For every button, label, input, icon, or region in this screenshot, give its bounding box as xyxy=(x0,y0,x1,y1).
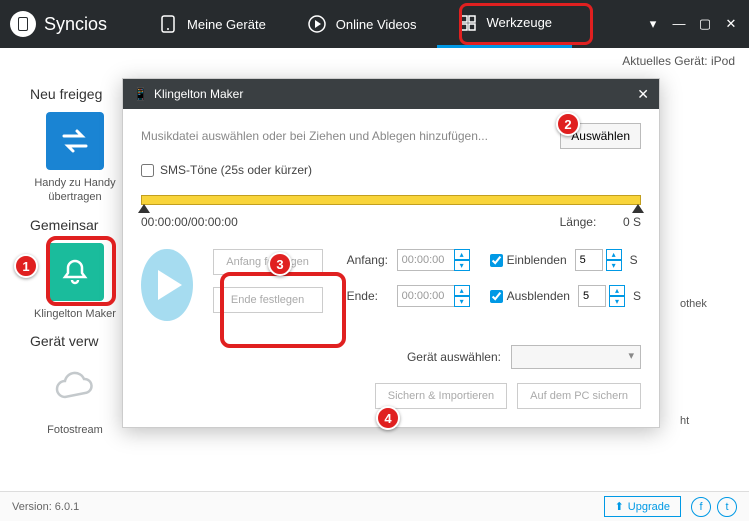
status-bar: Aktuelles Gerät: iPod xyxy=(0,48,749,74)
fadein-down[interactable]: ▾ xyxy=(606,260,622,271)
start-handle[interactable] xyxy=(138,204,150,213)
end-down[interactable]: ▾ xyxy=(454,296,470,307)
logo-icon xyxy=(10,11,36,37)
end-handle[interactable] xyxy=(632,204,644,213)
minimize-button[interactable]: — xyxy=(671,16,687,32)
start-down[interactable]: ▾ xyxy=(454,260,470,271)
device-select[interactable] xyxy=(511,345,641,369)
fadeout-label: Ausblenden xyxy=(507,289,570,303)
partial-label-library: othek xyxy=(680,298,707,310)
start-input[interactable] xyxy=(397,249,455,271)
version-label: Version: 6.0.1 xyxy=(12,501,79,513)
set-end-button[interactable]: Ende festlegen xyxy=(213,287,323,313)
tile-transfer-label: Handy zu Handy übertragen xyxy=(34,176,115,205)
current-device: Aktuelles Gerät: iPod xyxy=(622,54,735,68)
fadein-input[interactable] xyxy=(575,249,603,271)
app-name: Syncios xyxy=(44,14,107,35)
fadeout-down[interactable]: ▾ xyxy=(609,296,625,307)
tile-ringtone-label: Klingelton Maker xyxy=(34,307,116,321)
upgrade-button[interactable]: ⬆ Upgrade xyxy=(604,496,681,517)
grid-icon xyxy=(457,12,479,34)
tile-fotostream-label: Fotostream xyxy=(47,423,103,437)
nav-videos[interactable]: Online Videos xyxy=(286,0,437,48)
top-bar: Syncios Meine Geräte Online Videos Werkz… xyxy=(0,0,749,48)
bell-icon xyxy=(46,243,104,301)
phone-icon: 📱 xyxy=(133,87,148,101)
dialog-body: Musikdatei auswählen oder bei Ziehen und… xyxy=(123,109,659,427)
sec-unit-2: S xyxy=(633,289,641,303)
play-button[interactable] xyxy=(141,249,193,321)
nav-devices[interactable]: Meine Geräte xyxy=(137,0,286,48)
play-icon xyxy=(158,270,182,300)
fadeout-checkbox[interactable] xyxy=(490,290,503,303)
dialog-title: Klingelton Maker xyxy=(154,87,243,101)
menu-icon[interactable]: ▾ xyxy=(645,16,661,32)
close-icon[interactable]: ✕ xyxy=(637,86,649,103)
end-label: Ende: xyxy=(347,289,391,303)
start-label: Anfang: xyxy=(347,253,391,267)
ringtone-maker-dialog: 📱 Klingelton Maker ✕ Musikdatei auswähle… xyxy=(122,78,660,428)
start-up[interactable]: ▴ xyxy=(454,249,470,260)
tablet-icon xyxy=(157,13,179,35)
fadein-up[interactable]: ▴ xyxy=(606,249,622,260)
footer: Version: 6.0.1 ⬆ Upgrade f t xyxy=(0,491,749,521)
fadein-label: Einblenden xyxy=(507,253,567,267)
tile-fotostream[interactable]: Fotostream xyxy=(30,359,120,437)
sms-checkbox[interactable] xyxy=(141,164,154,177)
transfer-icon xyxy=(46,112,104,170)
save-import-button[interactable]: Sichern & Importieren xyxy=(375,383,507,409)
length-label: Länge: xyxy=(560,215,597,229)
window-controls: ▾ — ▢ ✕ xyxy=(645,16,739,32)
file-hint: Musikdatei auswählen oder bei Ziehen und… xyxy=(141,129,488,143)
cloud-icon xyxy=(46,359,104,417)
save-pc-button[interactable]: Auf dem PC sichern xyxy=(517,383,641,409)
nav-tools-label: Werkzeuge xyxy=(487,15,553,30)
facebook-icon[interactable]: f xyxy=(691,497,711,517)
upgrade-label: Upgrade xyxy=(628,501,670,513)
fadeout-up[interactable]: ▴ xyxy=(609,285,625,296)
time-display: 00:00:00/00:00:00 xyxy=(141,215,238,229)
play-circle-icon xyxy=(306,13,328,35)
maximize-button[interactable]: ▢ xyxy=(697,16,713,32)
callout-2: 2 xyxy=(556,112,580,136)
nav-devices-label: Meine Geräte xyxy=(187,17,266,32)
device-select-label: Gerät auswählen: xyxy=(407,350,501,364)
twitter-icon[interactable]: t xyxy=(717,497,737,517)
sms-label: SMS-Töne (25s oder kürzer) xyxy=(160,163,312,177)
callout-3: 3 xyxy=(268,252,292,276)
audio-track[interactable] xyxy=(141,195,641,205)
callout-4: 4 xyxy=(376,406,400,430)
end-input[interactable] xyxy=(397,285,455,307)
close-window-button[interactable]: ✕ xyxy=(723,16,739,32)
upload-icon: ⬆ xyxy=(615,500,624,513)
sec-unit-1: S xyxy=(630,253,638,267)
length-value: 0 S xyxy=(623,215,641,229)
end-up[interactable]: ▴ xyxy=(454,285,470,296)
nav-tools[interactable]: Werkzeuge xyxy=(437,0,573,48)
fadeout-input[interactable] xyxy=(578,285,606,307)
app-logo: Syncios xyxy=(10,11,107,37)
fadein-checkbox[interactable] xyxy=(490,254,503,267)
callout-1: 1 xyxy=(14,254,38,278)
tile-transfer[interactable]: Handy zu Handy übertragen xyxy=(30,112,120,205)
dialog-header: 📱 Klingelton Maker ✕ xyxy=(123,79,659,109)
tile-ringtone[interactable]: Klingelton Maker xyxy=(30,243,120,321)
nav-videos-label: Online Videos xyxy=(336,17,417,32)
partial-label-save: ht xyxy=(680,415,689,427)
